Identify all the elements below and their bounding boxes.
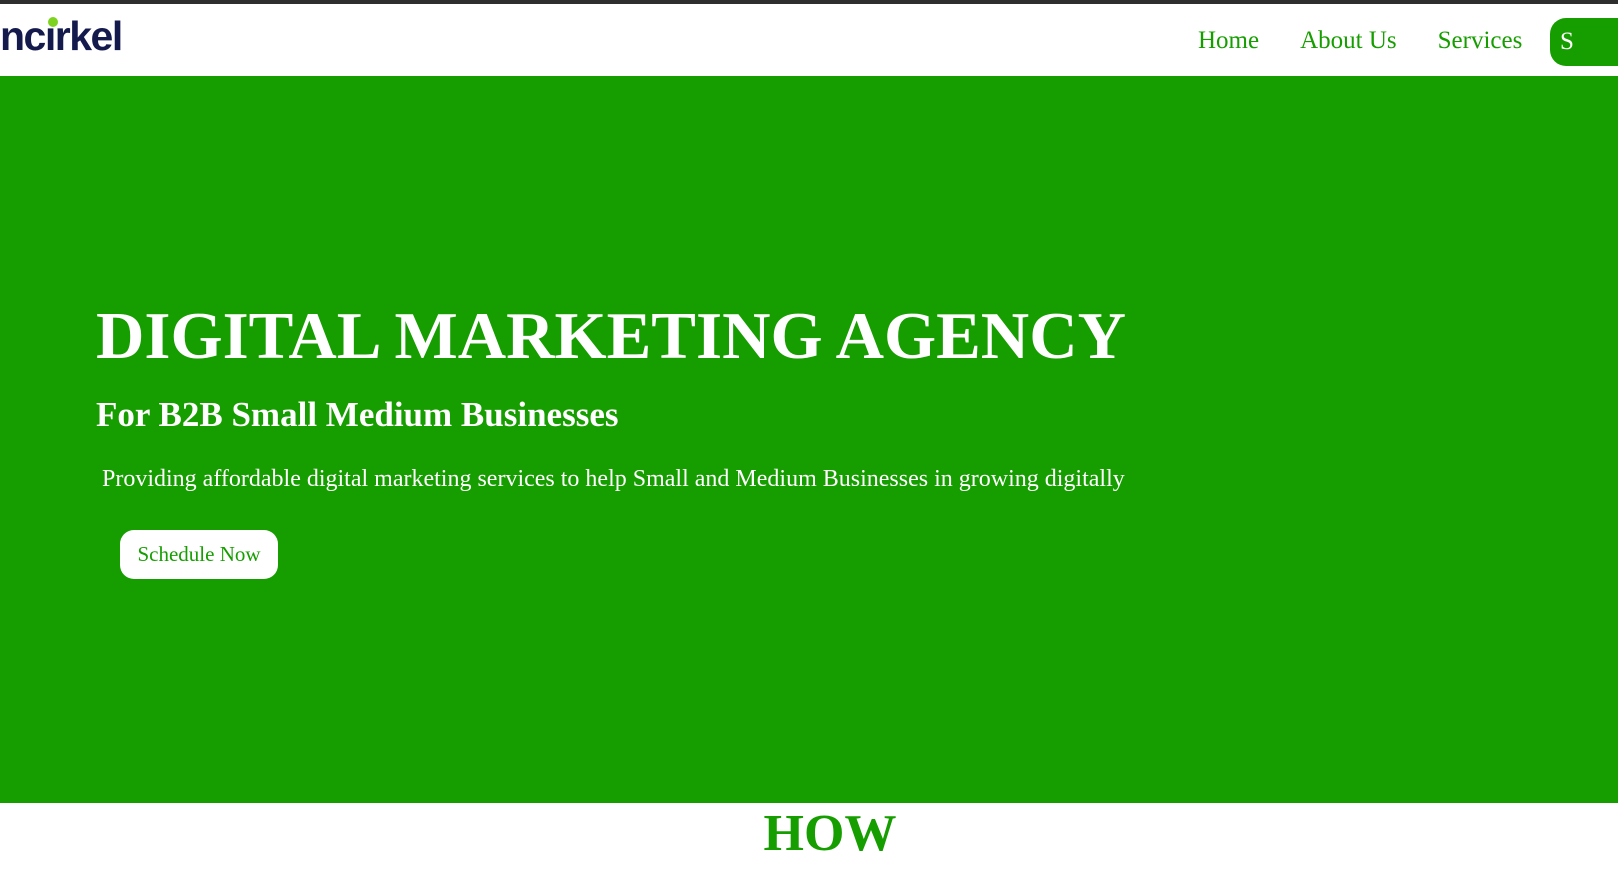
hero-description: Providing affordable digital marketing s…	[102, 466, 1125, 492]
logo-wordmark-c: c	[23, 12, 47, 59]
how-section: HOW	[0, 803, 1618, 887]
site-logo[interactable]: n c ı rkel	[0, 12, 123, 60]
main-nav: Home About Us Services	[1198, 26, 1522, 56]
how-section-heading: HOW	[763, 805, 897, 862]
logo-wordmark-rest: rkel	[54, 12, 123, 59]
nav-about-link[interactable]: About Us	[1300, 26, 1397, 56]
hero-title: DIGITAL MARKETING AGENCY	[96, 299, 1126, 373]
logo-dot-icon	[47, 16, 58, 27]
schedule-now-button[interactable]: Schedule Now	[120, 530, 278, 579]
hero-subtitle: For B2B Small Medium Businesses	[96, 395, 619, 434]
site-header: n c ı rkel Home About Us Services S	[0, 4, 1618, 76]
logo-wordmark: n	[0, 12, 25, 59]
logo-letter-i: ı	[45, 13, 58, 60]
nav-home-link[interactable]: Home	[1198, 26, 1259, 56]
nav-services-link[interactable]: Services	[1438, 26, 1523, 56]
nav-cta-button[interactable]: S	[1550, 18, 1618, 66]
hero-section: DIGITAL MARKETING AGENCY For B2B Small M…	[0, 76, 1618, 803]
